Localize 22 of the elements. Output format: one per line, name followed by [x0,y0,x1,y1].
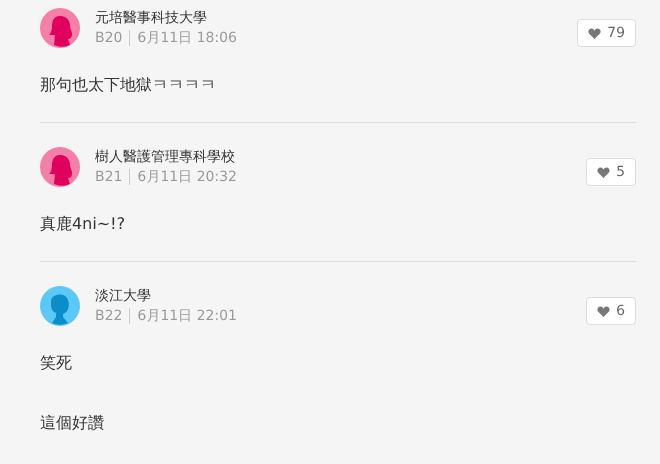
avatar-icon [40,147,80,187]
floor-number: B20 [95,29,122,48]
post-time: 6月11日 20:32 [137,168,237,187]
heart-icon [588,28,602,38]
school-name: 淡江大學 [95,287,152,306]
post-time: 6月11日 22:01 [137,307,237,326]
comment-text: 這個好讚 [40,412,105,434]
post-time: 6月11日 18:06 [137,29,237,48]
floor-number: B21 [95,168,122,187]
like-button[interactable]: 5 [586,158,636,186]
heart-icon [597,306,610,316]
comment-text: 真鹿4ni~!? [40,213,126,235]
comment-text: 那句也太下地獄ㅋㅋㅋㅋ [40,74,217,96]
avatar-icon [40,8,80,48]
floor-number: B22 [95,307,122,326]
heart-icon [597,166,610,178]
avatar-icon [40,286,80,326]
like-button[interactable]: 6 [586,297,636,325]
like-button[interactable]: 79 [577,19,636,47]
school-name: 樹人醫護管理專科學校 [95,148,236,167]
school-name: 元培醫事科技大學 [95,9,208,28]
comment-text: 笑死 [40,352,73,374]
